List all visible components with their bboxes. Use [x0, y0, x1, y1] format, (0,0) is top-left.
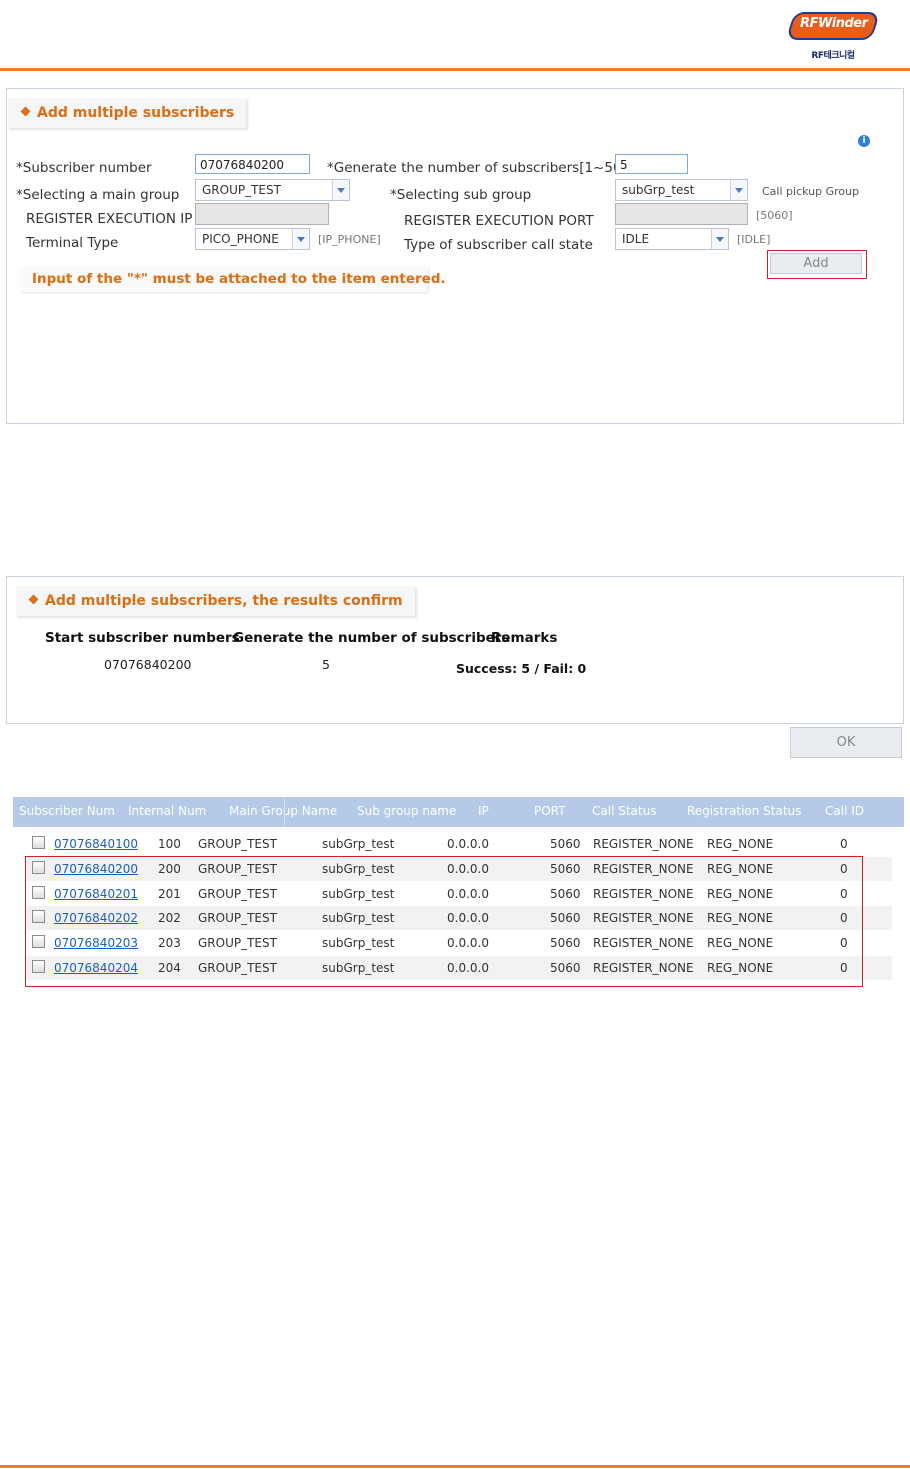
- call-status: REGISTER_NONE: [593, 837, 694, 851]
- chevron-down-icon[interactable]: [711, 229, 728, 249]
- required-field-warning: Input of the "*" must be attached to the…: [32, 271, 446, 287]
- generate-count-label: *Generate the number of subscribers[1~50…: [327, 160, 627, 176]
- main-group-value: GROUP_TEST: [202, 183, 281, 197]
- start-subscriber-value: 07076840200: [104, 657, 192, 672]
- main-group-name: GROUP_TEST: [198, 837, 277, 851]
- col-subscriber-num[interactable]: Subscriber Num: [19, 804, 115, 818]
- remarks-header: Remarks: [491, 630, 558, 646]
- terminal-type-hint: [IP_PHONE]: [318, 233, 381, 246]
- start-subscriber-header: Start subscriber numbers: [45, 630, 240, 646]
- call-state-hint: [IDLE]: [737, 233, 771, 246]
- sub-group-select[interactable]: subGrp_test: [615, 179, 748, 201]
- register-port-hint: [5060]: [756, 209, 793, 222]
- col-registration-status[interactable]: Registration Status: [687, 804, 801, 818]
- col-sub-group-name[interactable]: Sub group name: [357, 804, 456, 818]
- company-logo: RFWinder RF테크니컬: [778, 12, 888, 61]
- subscriber-table-header: Subscriber Num Internal Num Main Group N…: [13, 797, 904, 827]
- diamond-bullet-icon: [20, 106, 31, 117]
- register-port-input: [615, 203, 748, 225]
- ip-address: 0.0.0.0: [447, 837, 489, 851]
- register-ip-input: [195, 203, 329, 225]
- remarks-value: Success: 5 / Fail: 0: [456, 661, 587, 676]
- call-state-label: Type of subscriber call state: [404, 237, 593, 253]
- ok-button[interactable]: OK: [790, 727, 902, 758]
- subscriber-number-input[interactable]: 07076840200: [195, 154, 310, 174]
- col-call-status[interactable]: Call Status: [592, 804, 656, 818]
- header-divider: [0, 68, 910, 71]
- sub-group-name: subGrp_test: [322, 837, 395, 851]
- chevron-down-icon[interactable]: [730, 180, 747, 200]
- chevron-down-icon[interactable]: [292, 229, 309, 249]
- info-icon[interactable]: i: [858, 135, 870, 147]
- call-state-select[interactable]: IDLE: [615, 228, 729, 250]
- results-panel-title: Add multiple subscribers, the results co…: [16, 586, 415, 616]
- diamond-bullet-icon: [28, 594, 39, 605]
- register-ip-label: REGISTER EXECUTION IP: [26, 211, 193, 227]
- col-internal-num[interactable]: Internal Num: [128, 804, 206, 818]
- column-resize-handle[interactable]: [284, 797, 285, 827]
- add-panel-title: Add multiple subscribers: [8, 98, 247, 128]
- register-port-label: REGISTER EXECUTION PORT: [404, 213, 594, 229]
- generate-count-input[interactable]: 5: [615, 154, 688, 174]
- generate-count-value: 5: [322, 657, 330, 672]
- call-pickup-group-label: Call pickup Group: [762, 185, 860, 198]
- footer-divider: [0, 1465, 910, 1468]
- results-panel-title-text: Add multiple subscribers, the results co…: [45, 593, 403, 609]
- col-ip[interactable]: IP: [478, 804, 489, 818]
- main-group-label: *Selecting a main group: [16, 187, 180, 203]
- logo-text: RFWinder: [800, 16, 868, 31]
- add-panel-title-text: Add multiple subscribers: [37, 105, 235, 121]
- call-state-value: IDLE: [622, 232, 650, 246]
- row-checkbox[interactable]: [32, 836, 45, 849]
- port: 5060: [550, 837, 581, 851]
- sub-group-value: subGrp_test: [622, 183, 695, 197]
- new-rows-highlight: [25, 856, 863, 987]
- terminal-type-select[interactable]: PICO_PHONE: [195, 228, 310, 250]
- table-row[interactable]: 07076840100 100 GROUP_TEST subGrp_test 0.0.0…: [26, 832, 892, 856]
- col-port[interactable]: PORT: [534, 804, 565, 818]
- sub-group-label: *Selecting sub group: [390, 187, 532, 203]
- terminal-type-value: PICO_PHONE: [202, 232, 279, 246]
- call-id: 0: [840, 837, 848, 851]
- main-group-select[interactable]: GROUP_TEST: [195, 179, 350, 201]
- logo-subtext: RF테크니컬: [811, 51, 855, 61]
- subscriber-number-label: *Subscriber number: [16, 160, 152, 176]
- col-call-id[interactable]: Call ID: [825, 804, 864, 818]
- registration-status: REG_NONE: [707, 837, 774, 851]
- add-button[interactable]: Add: [770, 253, 862, 274]
- internal-num: 100: [158, 837, 181, 851]
- chevron-down-icon[interactable]: [332, 180, 349, 200]
- subscriber-num-link[interactable]: 07076840100: [54, 837, 138, 851]
- terminal-type-label: Terminal Type: [26, 235, 119, 251]
- generate-count-header: Generate the number of subscribers: [233, 630, 510, 646]
